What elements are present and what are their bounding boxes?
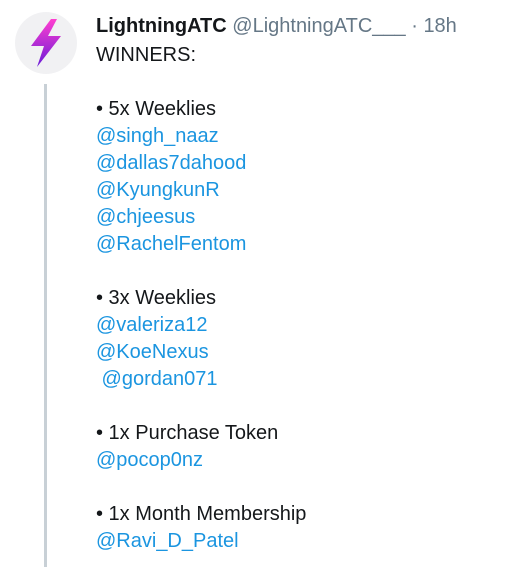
author-name[interactable]: LightningATC xyxy=(96,15,227,37)
tweet-text-line: • 1x Purchase Token xyxy=(96,422,279,444)
lightning-bolt-icon xyxy=(31,19,61,67)
tweet-text-line: WINNERS: xyxy=(96,44,196,66)
timestamp[interactable]: 18h xyxy=(423,15,456,37)
tweet-text-line: • 1x Month Membership xyxy=(96,503,307,525)
mention-link[interactable]: @valeriza12 xyxy=(96,312,516,339)
mention-link[interactable]: @pocop0nz xyxy=(96,447,516,474)
tweet-header: LightningATC @LightningATC___ · 18h xyxy=(96,12,457,40)
mention-link[interactable]: @Ravi_D_Patel xyxy=(96,528,516,555)
header-separator: · xyxy=(411,15,418,37)
thread-connector-line xyxy=(44,84,47,567)
tweet-text-line: • 5x Weeklies xyxy=(96,98,217,120)
tweet-text: WINNERS: • 5x Weeklies @singh_naaz @dallas7… xyxy=(96,42,516,555)
avatar[interactable] xyxy=(15,12,77,74)
mention-link[interactable]: @singh_naaz xyxy=(96,123,516,150)
mention-link[interactable]: @KoeNexus xyxy=(96,339,516,366)
author-handle[interactable]: @LightningATC___ xyxy=(232,15,405,37)
mention-link[interactable]: @chjeesus xyxy=(96,204,516,231)
mention-link[interactable]: @RachelFentom xyxy=(96,231,516,258)
tweet-text-line: • 3x Weeklies xyxy=(96,287,217,309)
mention-link[interactable]: @gordan071 xyxy=(96,366,516,393)
mention-link[interactable]: @dallas7dahood xyxy=(96,150,516,177)
mention-link[interactable]: @KyungkunR xyxy=(96,177,516,204)
